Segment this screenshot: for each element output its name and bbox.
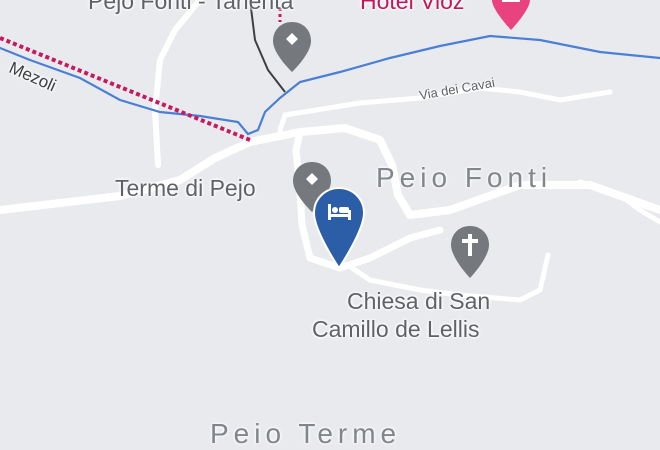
area-label-peio-terme: Peio Terme [210, 418, 402, 449]
poi-label-terme-di-pejo[interactable]: Terme di Pejo [115, 175, 256, 202]
river [0, 34, 660, 136]
area-label-peio-fonti: Peio Fonti [376, 162, 553, 193]
road-north-curve [152, 0, 203, 168]
hotel-pin-icon[interactable] [489, 0, 533, 34]
bed-icon[interactable] [311, 186, 367, 270]
place-pin-icon[interactable] [270, 20, 314, 74]
poi-label-pejo-fonti-tarlenta[interactable]: Pejo Fonti - Tarlenta [88, 0, 293, 15]
road-small-link [277, 112, 288, 133]
cross-icon[interactable] [448, 224, 492, 280]
poi-label-hotel-vioz[interactable]: Hotel Vioz [360, 0, 464, 15]
poi-label-church-line1[interactable]: Chiesa di San [347, 288, 490, 315]
poi-label-church-line2[interactable]: Camillo de Lellis [312, 316, 479, 343]
